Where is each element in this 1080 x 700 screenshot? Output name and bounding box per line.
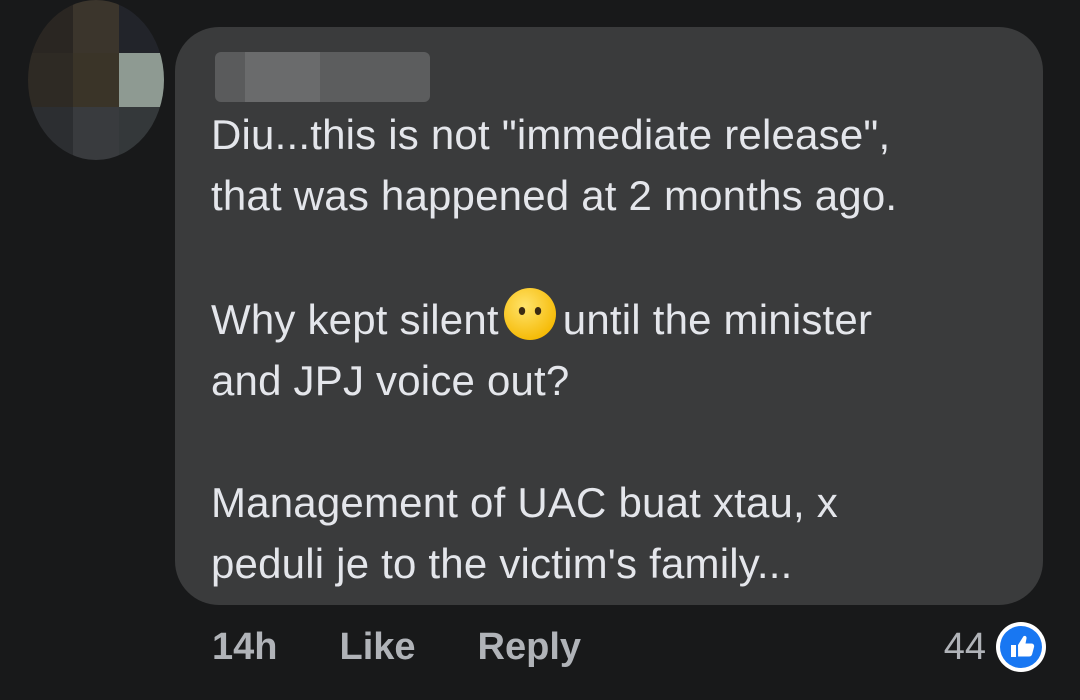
- avatar-pixel: [73, 106, 119, 160]
- reaction-summary[interactable]: 44: [944, 622, 1046, 672]
- avatar-pixel: [28, 0, 74, 54]
- comment-paragraph: Management of UAC buat xtau, x peduli je…: [211, 472, 1011, 594]
- avatar-pixel: [73, 0, 119, 54]
- avatar-pixel: [118, 0, 164, 54]
- comment-line: Diu...this is not "immediate release",: [211, 111, 891, 158]
- avatar-pixel: [28, 106, 74, 160]
- reply-button[interactable]: Reply: [478, 626, 581, 669]
- comment-text: Diu...this is not "immediate release", t…: [211, 104, 1011, 594]
- like-reaction-badge: [996, 622, 1046, 672]
- timestamp[interactable]: 14h: [212, 626, 277, 669]
- redaction-block: [320, 52, 430, 102]
- comment-line: Why kept silent until the minister: [211, 287, 1011, 350]
- avatar-pixel: [118, 106, 164, 160]
- comment-actions: 14h Like Reply: [212, 626, 643, 669]
- avatar-pixel: [118, 53, 164, 107]
- redaction-block: [245, 52, 320, 102]
- comment-line-text: Why kept silent: [211, 296, 499, 343]
- like-button[interactable]: Like: [339, 626, 415, 669]
- author-name-redacted[interactable]: [215, 52, 430, 102]
- avatar-pixel: [28, 53, 74, 107]
- comment-line: peduli je to the victim's family...: [211, 540, 793, 587]
- comment-line: that was happened at 2 months ago.: [211, 172, 898, 219]
- comment-line: Management of UAC buat xtau, x: [211, 479, 838, 526]
- avatar[interactable]: [28, 0, 164, 160]
- like-icon: [1000, 626, 1042, 668]
- comment-paragraph: Why kept silent until the minister and J…: [211, 287, 1011, 411]
- comment-paragraph: Diu...this is not "immediate release", t…: [211, 104, 1011, 226]
- redaction-block: [215, 52, 245, 102]
- comment-line: and JPJ voice out?: [211, 357, 570, 404]
- avatar-pixel: [73, 53, 119, 107]
- reaction-count: 44: [943, 625, 986, 668]
- comment-line-text: until the minister: [562, 296, 873, 343]
- face-without-mouth-emoji: [503, 288, 556, 340]
